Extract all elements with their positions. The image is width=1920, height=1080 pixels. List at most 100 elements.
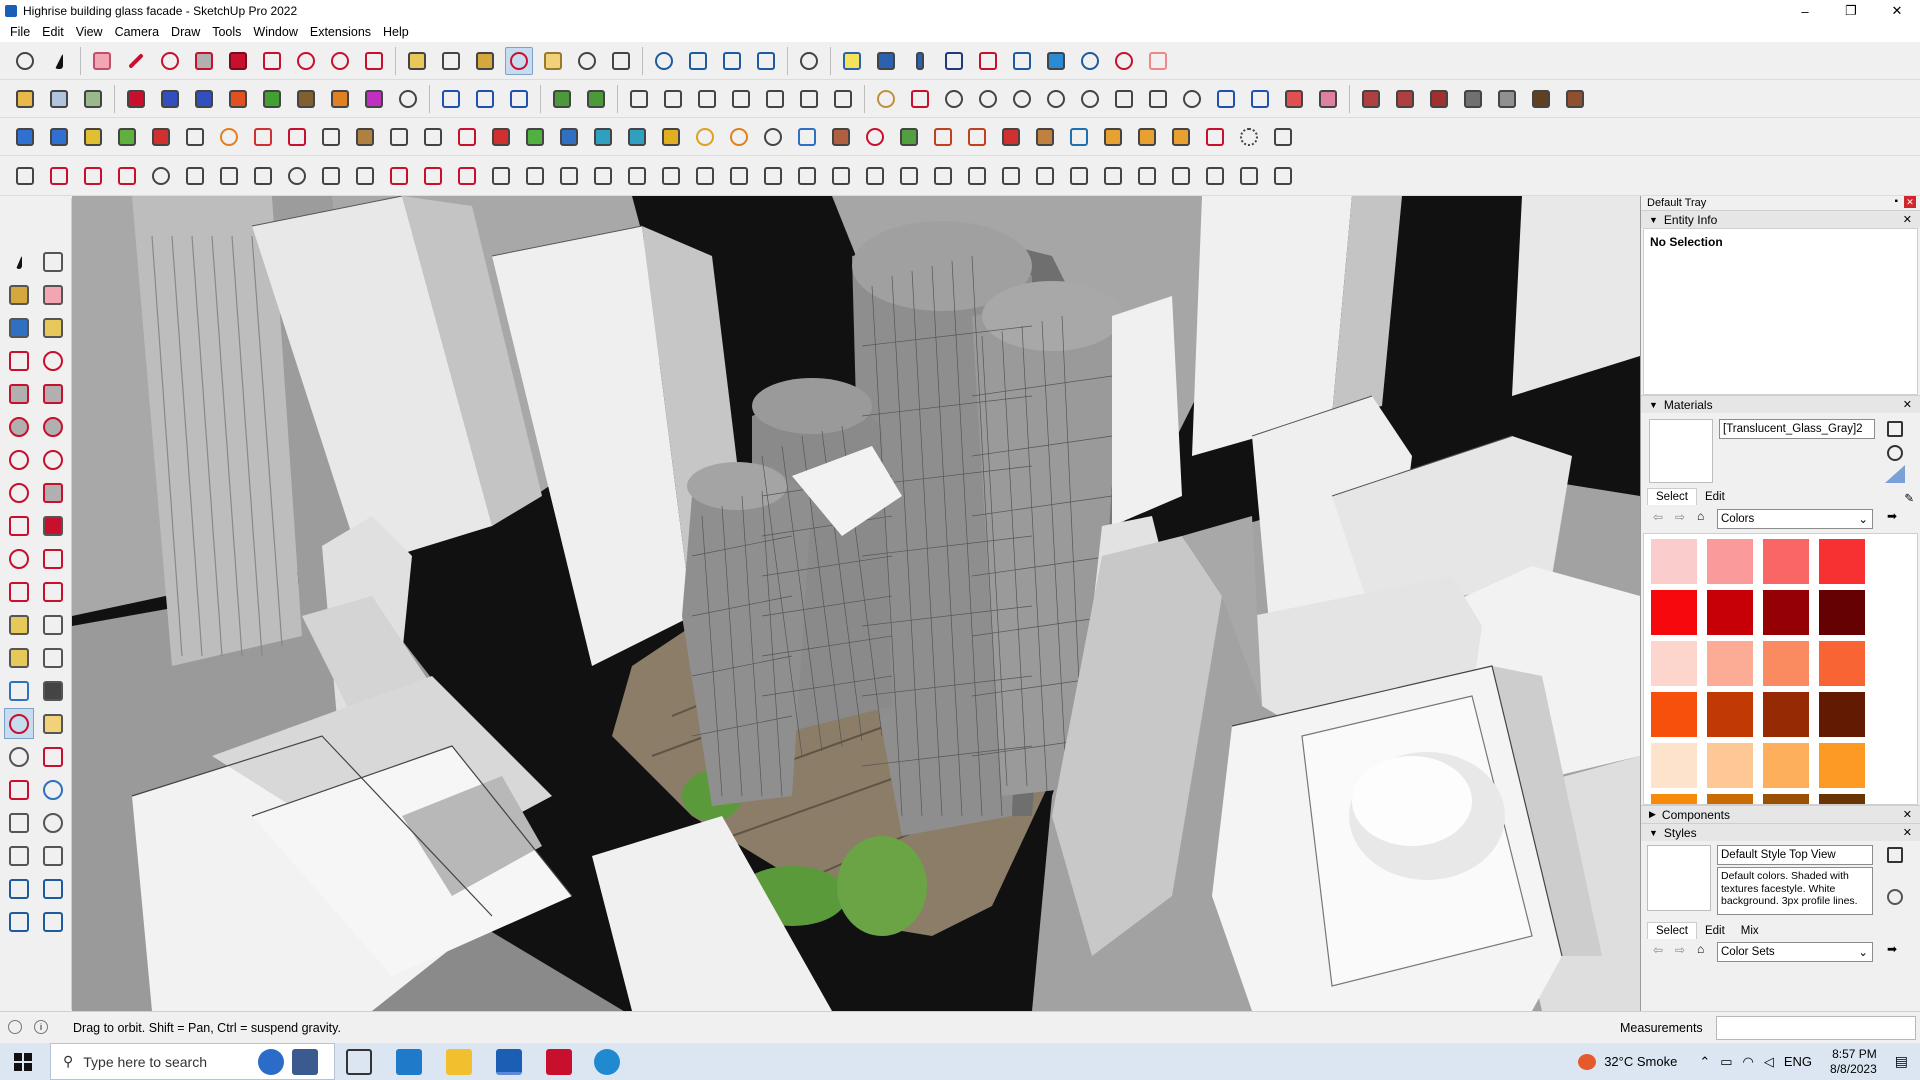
menu-file[interactable]: File xyxy=(4,25,36,39)
mirror-icon[interactable] xyxy=(1042,47,1070,75)
material-swatch[interactable] xyxy=(1818,793,1866,804)
paper2-icon[interactable] xyxy=(471,85,499,113)
followme-left-icon[interactable] xyxy=(38,543,68,574)
wire-3-icon[interactable] xyxy=(249,162,277,190)
wire-11-icon[interactable] xyxy=(521,162,549,190)
magnet-icon[interactable] xyxy=(861,123,889,151)
terrain-icon[interactable] xyxy=(548,85,576,113)
pattern-icon[interactable] xyxy=(1031,123,1059,151)
chevron-up-icon[interactable]: ⌃ xyxy=(1699,1054,1710,1070)
wire-29-icon[interactable] xyxy=(1133,162,1161,190)
paint-bucket-icon[interactable] xyxy=(471,47,499,75)
house-view-6-icon[interactable] xyxy=(795,85,823,113)
close-button[interactable]: ✕ xyxy=(1874,0,1920,22)
spline-icon[interactable] xyxy=(453,123,481,151)
material-2-icon[interactable] xyxy=(1391,85,1419,113)
wire-32-icon[interactable] xyxy=(1235,162,1263,190)
dimension-left-icon[interactable] xyxy=(38,609,68,640)
rotate-left-icon[interactable] xyxy=(4,543,34,574)
entity-info-header[interactable]: ▼ Entity Info ✕ xyxy=(1641,210,1920,228)
orbit-icon[interactable] xyxy=(505,46,533,75)
menu-help[interactable]: Help xyxy=(377,25,415,39)
wire-20-icon[interactable] xyxy=(827,162,855,190)
polygon-icon[interactable] xyxy=(38,411,68,442)
display-secondary-icon[interactable] xyxy=(1887,445,1903,461)
dimension-icon[interactable] xyxy=(1008,47,1036,75)
details-arrow-icon[interactable]: ➡ xyxy=(1887,942,1897,956)
material-6-icon[interactable] xyxy=(1527,85,1555,113)
windows-start-icon[interactable] xyxy=(14,1053,32,1071)
wire-31-icon[interactable] xyxy=(1201,162,1229,190)
pie-icon[interactable] xyxy=(38,477,68,508)
add-detail-icon[interactable] xyxy=(752,47,780,75)
tape-left-icon[interactable] xyxy=(4,609,34,640)
info-icon[interactable]: i xyxy=(34,1020,48,1034)
section-fill-icon[interactable] xyxy=(906,47,934,75)
freehand-left-icon[interactable] xyxy=(38,345,68,376)
wire-28-icon[interactable] xyxy=(1099,162,1127,190)
extrude-v-icon[interactable] xyxy=(258,85,286,113)
move-left-icon[interactable] xyxy=(4,510,34,541)
file-explorer-icon[interactable] xyxy=(446,1049,472,1075)
extrude-f-icon[interactable] xyxy=(360,85,388,113)
shape-7-icon[interactable] xyxy=(1144,85,1172,113)
wire-18-icon[interactable] xyxy=(759,162,787,190)
materials-header[interactable]: ▼ Materials ✕ xyxy=(1641,395,1920,413)
round-corner-icon[interactable] xyxy=(394,85,422,113)
pan-icon[interactable] xyxy=(539,47,567,75)
push-pull-icon[interactable] xyxy=(224,47,252,75)
array-icon[interactable] xyxy=(1269,123,1297,151)
axes-up-icon[interactable] xyxy=(940,47,968,75)
zoom-window-icon[interactable] xyxy=(607,47,635,75)
erase-icon[interactable] xyxy=(38,279,68,310)
wire-19-icon[interactable] xyxy=(793,162,821,190)
bezier-red-icon[interactable] xyxy=(45,162,73,190)
extrude-r-icon[interactable] xyxy=(224,85,252,113)
sandbox-left-4-icon[interactable] xyxy=(38,906,68,937)
pencil-line-icon[interactable] xyxy=(122,47,150,75)
wire-15-icon[interactable] xyxy=(657,162,685,190)
material-4-icon[interactable] xyxy=(1459,85,1487,113)
default-material-icon[interactable] xyxy=(1885,465,1905,483)
frame-icon[interactable] xyxy=(249,123,277,151)
extrude-x-icon[interactable] xyxy=(326,85,354,113)
material-1-icon[interactable] xyxy=(1357,85,1385,113)
protractor-icon[interactable] xyxy=(4,642,34,673)
wire-5-icon[interactable] xyxy=(317,162,345,190)
material-swatch[interactable] xyxy=(1650,742,1698,789)
face-5-icon[interactable] xyxy=(147,123,175,151)
edge-icon[interactable] xyxy=(594,1049,620,1075)
wire-8-icon[interactable] xyxy=(419,162,447,190)
back-icon[interactable]: ⇦ xyxy=(1653,943,1663,957)
extension-icon[interactable] xyxy=(1144,47,1172,75)
notification-icon[interactable]: ▤ xyxy=(1895,1053,1908,1070)
offset-up-icon[interactable] xyxy=(156,85,184,113)
bezier-icon[interactable] xyxy=(11,162,39,190)
house-view-1-icon[interactable] xyxy=(625,85,653,113)
tape-measure-icon[interactable] xyxy=(403,47,431,75)
create-material-icon[interactable] xyxy=(1887,421,1903,437)
warning-icon[interactable] xyxy=(657,123,685,151)
material-swatch[interactable] xyxy=(1762,589,1810,636)
material-swatch[interactable] xyxy=(1706,538,1754,585)
drape-icon[interactable] xyxy=(718,47,746,75)
account-icon[interactable] xyxy=(795,47,823,75)
wire-23-icon[interactable] xyxy=(929,162,957,190)
shape-12-icon[interactable] xyxy=(1314,85,1342,113)
wire-4-icon[interactable] xyxy=(283,162,311,190)
sketchup-taskbar-icon[interactable] xyxy=(496,1049,522,1075)
house-view-5-icon[interactable] xyxy=(761,85,789,113)
components-close-icon[interactable]: ✕ xyxy=(1903,808,1912,821)
rotate-icon[interactable] xyxy=(326,47,354,75)
material-swatch[interactable] xyxy=(1818,640,1866,687)
position-camera-icon[interactable] xyxy=(4,807,34,838)
material-swatch[interactable] xyxy=(1762,538,1810,585)
wire-9-icon[interactable] xyxy=(453,162,481,190)
material-swatch[interactable] xyxy=(1818,742,1866,789)
cross-blue-icon[interactable] xyxy=(555,123,583,151)
entity-info-close-icon[interactable]: ✕ xyxy=(1903,213,1912,226)
section-plane-left-icon[interactable] xyxy=(38,840,68,871)
make-component-icon[interactable] xyxy=(38,246,68,277)
dotted-curve-icon[interactable] xyxy=(1235,123,1263,151)
material-swatch[interactable] xyxy=(1650,589,1698,636)
